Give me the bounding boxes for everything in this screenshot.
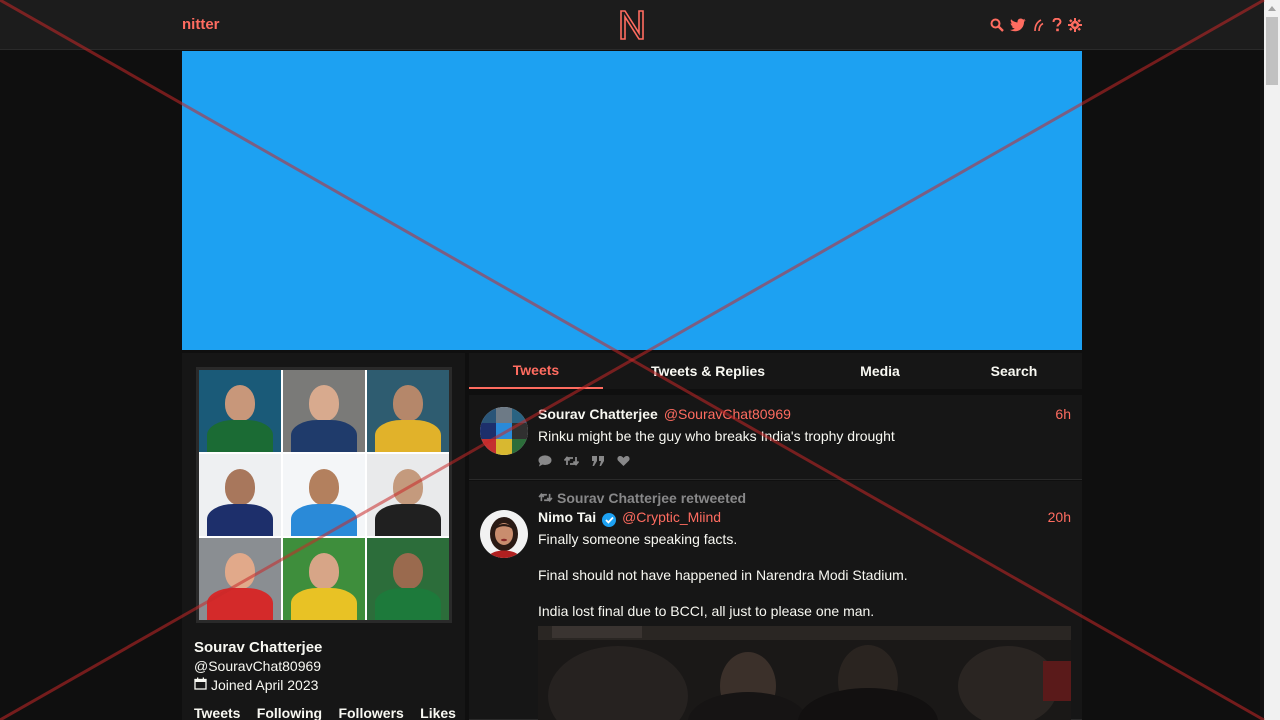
stat-tweets-label[interactable]: Tweets xyxy=(194,705,240,720)
tweet-media-image[interactable] xyxy=(538,626,1071,720)
gear-icon[interactable] xyxy=(1068,18,1082,32)
page-scrollbar[interactable] xyxy=(1264,0,1280,720)
tweet-fullname[interactable]: Nimo Tai xyxy=(538,509,596,525)
profile-joined-date: Joined April 2023 xyxy=(194,677,318,693)
stat-followers-label[interactable]: Followers xyxy=(338,705,403,720)
avatar-tile xyxy=(199,454,281,536)
profile-avatar[interactable] xyxy=(196,367,452,623)
nitter-logo[interactable] xyxy=(618,9,646,41)
tweet-content-line-1: Finally someone speaking facts. xyxy=(538,531,738,547)
tab-tweets-replies[interactable]: Tweets & Replies xyxy=(603,353,813,389)
avatar-tile xyxy=(283,370,365,452)
timeline-tabs: Tweets Tweets & Replies Media Search xyxy=(469,353,1082,389)
avatar-tile xyxy=(199,370,281,452)
nav-icons xyxy=(990,16,1082,34)
stat-following-label[interactable]: Following xyxy=(257,705,322,720)
avatar-tile xyxy=(367,454,449,536)
comment-icon[interactable] xyxy=(538,454,552,472)
tweet-date[interactable]: 6h xyxy=(1055,406,1071,422)
tweet-username[interactable]: @Cryptic_Miind xyxy=(622,509,721,525)
scrollbar-thumb[interactable] xyxy=(1266,17,1278,85)
joined-text: Joined April 2023 xyxy=(211,677,319,693)
scroll-up-arrow-icon[interactable] xyxy=(1264,0,1280,16)
top-navbar: nitter xyxy=(0,0,1264,50)
tweet-stats xyxy=(538,454,630,472)
tweet-content: Rinku might be the guy who breaks India'… xyxy=(538,428,895,444)
avatar-tile xyxy=(283,454,365,536)
stat-likes-label[interactable]: Likes xyxy=(420,705,456,720)
tweet-date[interactable]: 20h xyxy=(1048,509,1071,525)
tab-tweets[interactable]: Tweets xyxy=(469,353,603,389)
tweet-item[interactable]: Sourav Chatterjee retweeted Nimo Tai @Cr… xyxy=(469,481,1082,720)
quote-icon[interactable] xyxy=(591,454,605,472)
profile-stats: Tweets Following Followers Likes xyxy=(194,705,456,720)
profile-banner[interactable] xyxy=(182,51,1082,350)
retweet-header-text: Sourav Chatterjee retweeted xyxy=(557,490,747,506)
verified-badge-icon xyxy=(602,513,617,527)
help-icon[interactable] xyxy=(1052,18,1062,32)
avatar-tile xyxy=(283,538,365,620)
retweet-header: Sourav Chatterjee retweeted xyxy=(538,490,746,506)
profile-fullname[interactable]: Sourav Chatterjee xyxy=(194,639,322,656)
tweet-header: Sourav Chatterjee @SouravChat80969 6h xyxy=(538,406,1071,422)
tweet-content-line-2: Final should not have happened in Narend… xyxy=(538,567,908,583)
tweet-avatar[interactable] xyxy=(480,407,528,455)
tweet-header: Nimo Tai @Cryptic_Miind 20h xyxy=(538,509,1071,527)
heart-icon[interactable] xyxy=(617,454,630,472)
tweet-item[interactable]: Sourav Chatterjee @SouravChat80969 6h Ri… xyxy=(469,395,1082,480)
twitter-bird-icon[interactable] xyxy=(1010,18,1026,32)
tweet-avatar[interactable] xyxy=(480,510,528,558)
avatar-collage xyxy=(199,370,449,620)
tab-search[interactable]: Search xyxy=(947,353,1081,389)
tweet-fullname[interactable]: Sourav Chatterjee xyxy=(538,406,658,422)
search-icon[interactable] xyxy=(990,18,1004,32)
avatar-tile xyxy=(367,370,449,452)
retweet-icon[interactable] xyxy=(563,454,580,472)
rss-icon[interactable] xyxy=(1032,18,1046,32)
avatar-tile xyxy=(367,538,449,620)
profile-username[interactable]: @SouravChat80969 xyxy=(194,658,321,674)
avatar-tile xyxy=(199,538,281,620)
profile-card: Sourav Chatterjee @SouravChat80969 Joine… xyxy=(182,353,465,720)
retweet-icon xyxy=(538,490,553,506)
calendar-icon xyxy=(194,677,207,693)
site-name-link[interactable]: nitter xyxy=(182,16,220,33)
tweet-username[interactable]: @SouravChat80969 xyxy=(664,406,791,422)
tab-media[interactable]: Media xyxy=(813,353,947,389)
tweet-content-line-3: India lost final due to BCCI, all just t… xyxy=(538,603,875,619)
